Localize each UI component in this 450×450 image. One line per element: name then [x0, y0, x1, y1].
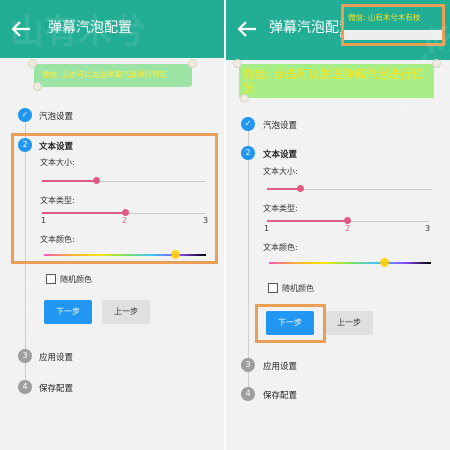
random-color-label: 随机颜色	[282, 284, 314, 293]
tick-label-1: 1	[264, 224, 270, 233]
step-4-number[interactable]: 4	[241, 387, 255, 401]
bubble-handle-icon	[189, 60, 196, 67]
next-button[interactable]: 下一步	[44, 300, 92, 324]
bubble-handle-icon	[241, 95, 248, 102]
step-1-label[interactable]: 汽泡设置	[39, 110, 73, 122]
bubble-handle-icon	[34, 83, 41, 90]
bubble-text: 微信: 点击可以发送弹幕汽泡进行预览	[42, 70, 167, 79]
app-bar: 弹幕汽泡配置	[0, 0, 224, 58]
slider-fill	[267, 188, 300, 190]
back-arrow-icon[interactable]	[236, 19, 258, 39]
step-3-number[interactable]: 3	[241, 358, 255, 372]
bubble-handle-icon	[29, 60, 36, 67]
left-screen: 弹幕汽泡配置 山有木兮 山有木兮 微信: 点击可以发送弹幕汽泡进行预览 ✓ 汽泡…	[0, 0, 224, 450]
step-3-number[interactable]: 3	[18, 349, 32, 363]
random-color-checkbox[interactable]	[268, 283, 278, 293]
slider-thumb[interactable]	[343, 217, 351, 224]
text-color-label: 文本颜色:	[263, 243, 298, 252]
slider-thumb[interactable]	[296, 185, 304, 192]
step-4-number[interactable]: 4	[18, 380, 32, 394]
preview-bubble[interactable]: 微信: 点击可以发送弹幕汽泡进行预览	[29, 60, 196, 90]
step-1-label[interactable]: 汽泡设置	[263, 119, 297, 131]
back-arrow-icon[interactable]	[10, 19, 32, 39]
random-color-checkbox[interactable]	[46, 274, 56, 284]
color-gradient-track	[269, 262, 431, 264]
stepper-line	[248, 131, 249, 393]
step-4-label[interactable]: 保存配置	[263, 389, 297, 401]
prev-button[interactable]: 上一步	[325, 311, 373, 335]
tick-label-3: 3	[425, 224, 431, 233]
bubble-handle-icon	[234, 60, 241, 67]
preview-bubble[interactable]: 微信: 点击可以发送弹幕汽泡进行预览	[234, 60, 440, 102]
bubble-text: 微信: 点击可以发送弹幕汽泡进行预览	[243, 67, 424, 95]
toast-highlight-box	[341, 4, 445, 46]
slider-thumb[interactable]	[379, 258, 389, 267]
slider-fill	[267, 220, 347, 222]
random-color-label: 随机颜色	[60, 275, 92, 284]
step-1-check-icon[interactable]: ✓	[241, 117, 255, 131]
right-screen: 弹幕汽泡配置 微信: 山有木兮木有枝 山有木兮 微信: 点击可以发送弹幕汽泡进行…	[226, 0, 450, 450]
text-size-label: 文本大小:	[263, 167, 298, 176]
step-2-number[interactable]: 2	[241, 146, 255, 160]
step-3-label[interactable]: 应用设置	[39, 351, 73, 363]
tick-label-2: 2	[345, 224, 351, 233]
step-4-label[interactable]: 保存配置	[39, 382, 73, 394]
highlight-box	[11, 133, 218, 264]
step-1-check-icon[interactable]: ✓	[18, 108, 32, 122]
text-type-label: 文本类型:	[263, 204, 298, 213]
prev-button[interactable]: 上一步	[102, 300, 150, 324]
step-2-label[interactable]: 文本设置	[263, 148, 297, 160]
page-title: 弹幕汽泡配置	[48, 20, 132, 36]
next-button-highlight-box	[255, 304, 326, 343]
step-3-label[interactable]: 应用设置	[263, 360, 297, 372]
bubble-handle-icon	[433, 60, 440, 67]
